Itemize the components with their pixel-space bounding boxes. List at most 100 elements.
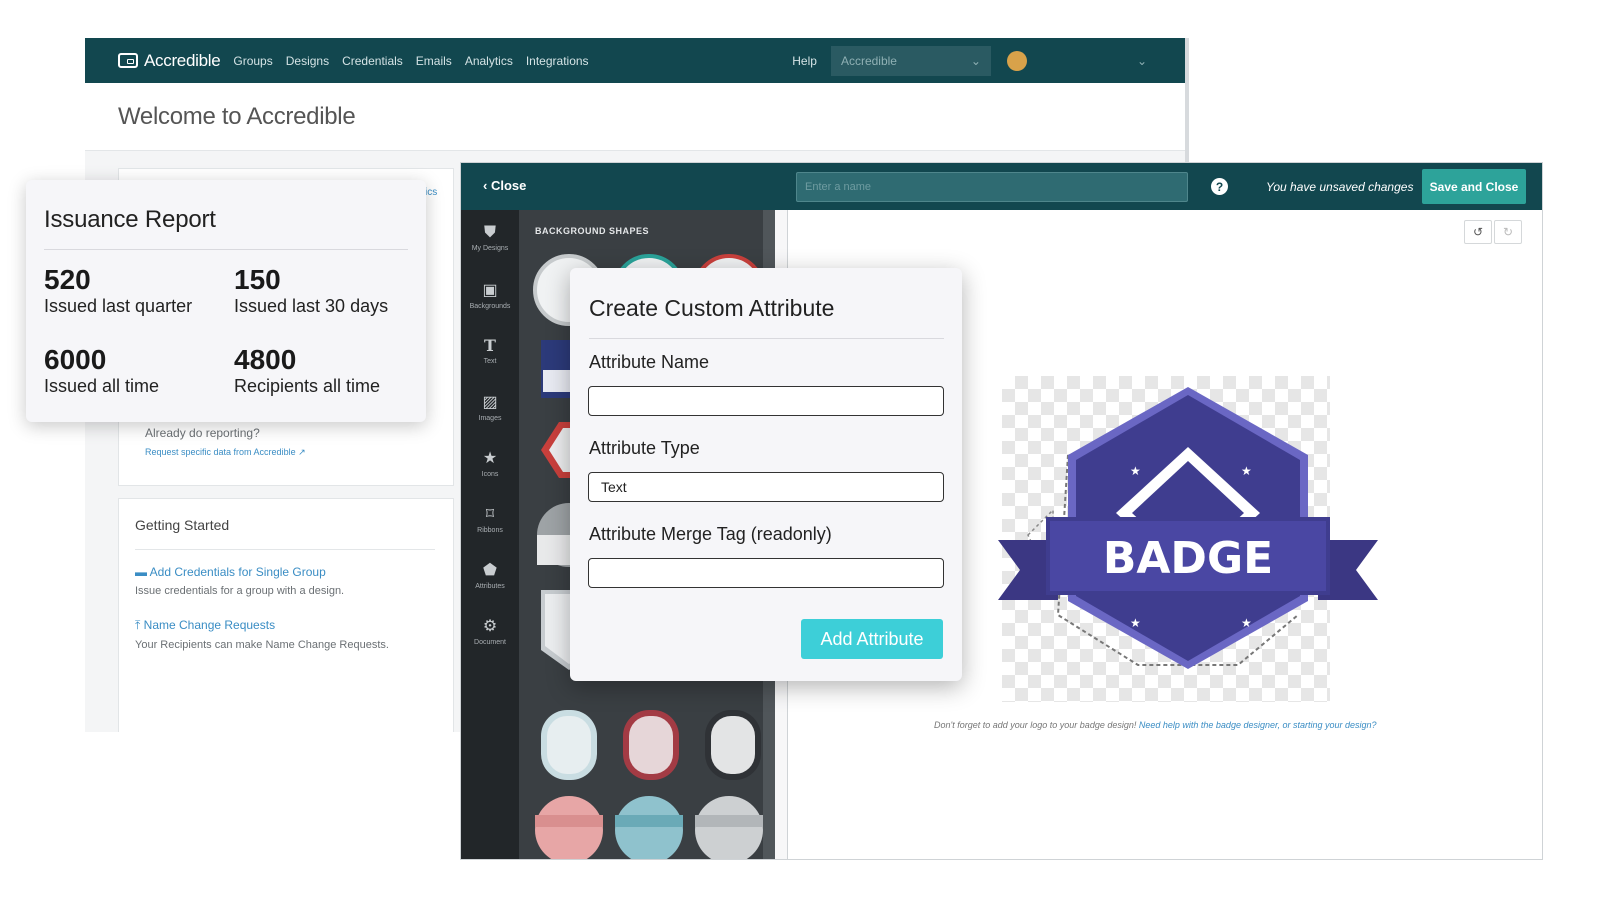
- getting-started-item: ⤒ Name Change Requests Your Recipients c…: [135, 618, 389, 651]
- account-select[interactable]: Accredible ⌄: [831, 46, 991, 76]
- rail-label: Document: [461, 639, 519, 646]
- shape-option[interactable]: [705, 710, 761, 780]
- credential-icon: ▬: [135, 565, 147, 579]
- page-title: Welcome to Accredible: [118, 103, 355, 131]
- shield-icon: ⛊: [461, 224, 519, 242]
- stat-issued-last-30-days: 150 Issued last 30 days: [234, 264, 388, 317]
- stat-issued-all-time: 6000 Issued all time: [44, 344, 159, 397]
- account-select-value: Accredible: [841, 54, 897, 68]
- nav-credentials[interactable]: Credentials: [342, 54, 403, 68]
- stat-label: Recipients all time: [234, 376, 380, 397]
- nav-integrations[interactable]: Integrations: [526, 54, 589, 68]
- request-data-link[interactable]: Request specific data from Accredible ↗: [145, 447, 306, 458]
- help-icon[interactable]: ?: [1211, 178, 1228, 195]
- stat-label: Issued last quarter: [44, 296, 192, 317]
- attribute-name-input[interactable]: [588, 386, 944, 416]
- svg-text:★: ★: [1241, 616, 1252, 630]
- shape-option[interactable]: [535, 796, 603, 860]
- close-button-label: Close: [491, 178, 526, 193]
- attribute-type-label: Attribute Type: [589, 438, 700, 459]
- external-link-icon: ↗: [298, 447, 306, 457]
- picture-icon: ▨: [461, 392, 519, 412]
- rail-document[interactable]: ⚙ Document: [461, 616, 519, 646]
- dialog-title: Create Custom Attribute: [589, 295, 834, 322]
- rail-text[interactable]: T Text: [461, 336, 519, 365]
- getting-started-title: Getting Started: [135, 517, 229, 533]
- nav-groups[interactable]: Groups: [233, 54, 272, 68]
- attribute-name-label: Attribute Name: [589, 352, 709, 373]
- unsaved-changes-status: You have unsaved changes: [1266, 180, 1413, 194]
- create-custom-attribute-dialog: Create Custom Attribute Attribute Name A…: [570, 268, 962, 681]
- avatar[interactable]: [1007, 51, 1027, 71]
- accredible-logo[interactable]: Accredible: [118, 51, 220, 71]
- shape-option[interactable]: [615, 796, 683, 860]
- divider: [589, 338, 944, 339]
- name-change-link-text: Name Change Requests: [144, 618, 275, 632]
- save-and-close-button[interactable]: Save and Close: [1422, 169, 1526, 204]
- merge-tag-label: Attribute Merge Tag (readonly): [589, 524, 832, 545]
- analytics-link-fragment[interactable]: ics: [425, 187, 437, 198]
- nav-emails[interactable]: Emails: [416, 54, 452, 68]
- stat-issued-last-quarter: 520 Issued last quarter: [44, 264, 192, 317]
- redo-icon[interactable]: ↻: [1494, 220, 1522, 244]
- stat-recipients-all-time: 4800 Recipients all time: [234, 344, 380, 397]
- attribute-type-select[interactable]: Text: [588, 472, 944, 502]
- close-button[interactable]: ‹ Close: [483, 178, 526, 193]
- canvas-hint-text: Don't forget to add your logo to your ba…: [934, 720, 1136, 730]
- stat-value: 6000: [44, 344, 159, 376]
- add-attribute-button[interactable]: Add Attribute: [801, 619, 943, 659]
- rail-label: My Designs: [461, 245, 519, 252]
- rail-images[interactable]: ▨ Images: [461, 392, 519, 422]
- text-icon: T: [461, 336, 519, 355]
- shape-option[interactable]: [623, 710, 679, 780]
- rail-backgrounds[interactable]: ▣ Backgrounds: [461, 280, 519, 310]
- gear-icon: ⚙: [461, 616, 519, 636]
- badge-graphic[interactable]: BADGE ★ ★ ★ ★: [998, 365, 1378, 675]
- add-credentials-link[interactable]: ▬ Add Credentials for Single Group: [135, 565, 344, 579]
- nav-designs[interactable]: Designs: [286, 54, 329, 68]
- wallet-icon: [118, 53, 138, 68]
- star-icon: ★: [461, 448, 519, 468]
- svg-text:★: ★: [1130, 464, 1141, 478]
- name-change-link[interactable]: ⤒ Name Change Requests: [135, 618, 389, 633]
- top-nav: Accredible Groups Designs Credentials Em…: [85, 38, 1185, 83]
- panel-title: BACKGROUND SHAPES: [535, 226, 649, 236]
- designer-toolbar: ‹ Close Enter a name ? You have unsaved …: [461, 163, 1542, 210]
- rail-label: Text: [461, 358, 519, 365]
- designer-help-link[interactable]: Need help with the badge designer, or st…: [1139, 720, 1377, 730]
- rail-label: Icons: [461, 471, 519, 478]
- rail-ribbons[interactable]: ⌑ Ribbons: [461, 504, 519, 534]
- tag-icon: ⬟: [461, 560, 519, 580]
- stat-value: 150: [234, 264, 388, 296]
- stat-value: 4800: [234, 344, 380, 376]
- getting-started-item: ▬ Add Credentials for Single Group Issue…: [135, 565, 344, 597]
- rail-label: Ribbons: [461, 527, 519, 534]
- rail-label: Attributes: [461, 583, 519, 590]
- chevron-left-icon: ‹: [483, 178, 487, 193]
- image-icon: ▣: [461, 280, 519, 300]
- shape-option[interactable]: [541, 710, 597, 780]
- badge-text: BADGE: [1103, 533, 1273, 584]
- shape-option[interactable]: [695, 796, 763, 860]
- add-credentials-link-text: Add Credentials for Single Group: [150, 565, 326, 579]
- chevron-down-icon: ⌄: [971, 54, 981, 68]
- rail-my-designs[interactable]: ⛊ My Designs: [461, 224, 519, 252]
- nav-analytics[interactable]: Analytics: [465, 54, 513, 68]
- design-name-input[interactable]: Enter a name: [796, 172, 1188, 202]
- rail-label: Images: [461, 415, 519, 422]
- rail-label: Backgrounds: [461, 303, 519, 310]
- getting-started-card: Getting Started ▬ Add Credentials for Si…: [118, 498, 454, 732]
- divider: [44, 249, 408, 250]
- request-data-link-text: Request specific data from Accredible: [145, 447, 296, 457]
- rail-icons[interactable]: ★ Icons: [461, 448, 519, 478]
- stat-label: Issued all time: [44, 376, 159, 397]
- designer-sidebar: ⛊ My Designs ▣ Backgrounds T Text ▨ Imag…: [461, 210, 519, 860]
- name-change-desc: Your Recipients can make Name Change Req…: [135, 639, 389, 651]
- rail-attributes[interactable]: ⬟ Attributes: [461, 560, 519, 590]
- issuance-report-card: Issuance Report 520 Issued last quarter …: [26, 180, 426, 422]
- undo-icon[interactable]: ↺: [1464, 220, 1492, 244]
- nav-help[interactable]: Help: [792, 54, 817, 68]
- stat-label: Issued last 30 days: [234, 296, 388, 317]
- logo-text: Accredible: [144, 51, 220, 71]
- user-menu-chevron-icon[interactable]: ⌄: [1137, 54, 1147, 68]
